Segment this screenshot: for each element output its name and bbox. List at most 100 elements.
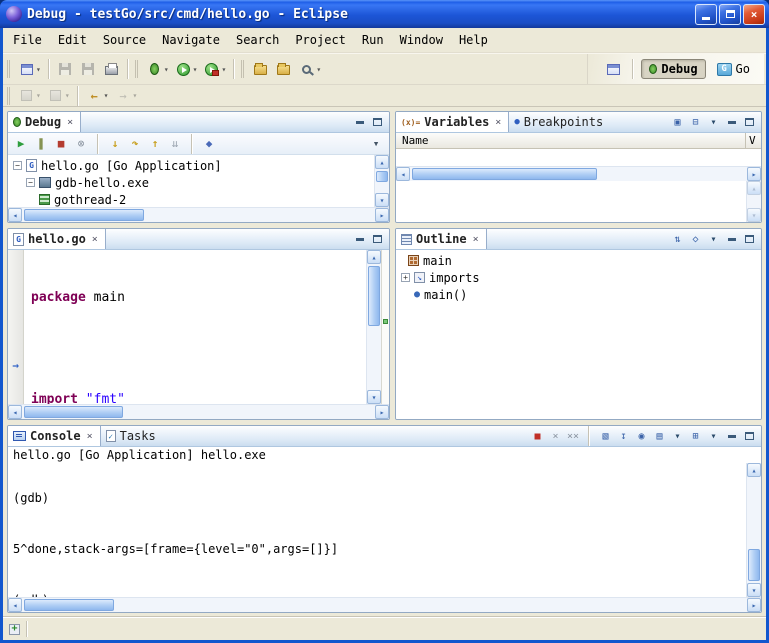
tab-debug[interactable]: Debug × (8, 112, 81, 132)
outline-item-main-func[interactable]: ● main() (396, 286, 761, 303)
remove-all-launches-button[interactable]: ×× (567, 430, 579, 443)
print-button[interactable] (100, 57, 123, 81)
scroll-up-icon[interactable]: ▴ (367, 250, 381, 264)
back-button[interactable]: ←▾ (83, 87, 112, 105)
dropdown-icon[interactable]: ▾ (132, 91, 137, 100)
perspective-debug-button[interactable]: Debug (641, 59, 705, 79)
scroll-right-icon[interactable]: ▸ (747, 598, 761, 612)
outline-tree[interactable]: main + ↘ imports ● main() (396, 250, 761, 419)
column-name-header[interactable]: Name (396, 133, 745, 148)
window-minimize-button[interactable] (695, 4, 717, 25)
menu-help[interactable]: Help (451, 30, 496, 50)
close-icon[interactable]: × (495, 117, 501, 128)
dropdown-icon[interactable]: ▾ (36, 65, 41, 74)
display-selected-console-button[interactable]: ▤ (653, 430, 666, 443)
terminate-button[interactable]: ■ (531, 430, 544, 443)
view-menu-chevron[interactable]: ▾ (368, 136, 384, 151)
scroll-up-icon[interactable]: ▴ (747, 463, 761, 477)
dropdown-icon[interactable]: ▾ (193, 65, 198, 74)
tree-row-process[interactable]: − gdb-hello.exe (8, 174, 374, 191)
dropdown-icon[interactable]: ▾ (707, 430, 720, 443)
scroll-up-icon[interactable]: ▴ (747, 181, 761, 195)
minimize-view-button[interactable] (353, 233, 366, 246)
suspend-button[interactable]: ∥ (33, 136, 49, 151)
close-icon[interactable]: × (87, 431, 93, 442)
scroll-thumb[interactable] (24, 406, 123, 418)
scroll-left-icon[interactable]: ◂ (396, 167, 410, 181)
instruction-pointer-icon[interactable]: → (12, 359, 19, 372)
scroll-right-icon[interactable]: ▸ (375, 208, 389, 222)
tab-console[interactable]: Console × (8, 426, 101, 446)
scroll-thumb[interactable] (412, 168, 597, 180)
scroll-lock-button[interactable]: ↧ (617, 430, 630, 443)
minimize-view-button[interactable] (725, 233, 738, 246)
open-perspective-button[interactable] (602, 57, 625, 81)
step-over-button[interactable]: ↷ (127, 136, 143, 151)
tab-hello-go[interactable]: G hello.go × (8, 229, 106, 249)
minimize-view-button[interactable] (725, 430, 738, 443)
terminate-button[interactable]: ■ (53, 136, 69, 151)
dropdown-icon[interactable]: ▾ (221, 65, 226, 74)
perspective-go-button[interactable]: G Go (709, 59, 758, 79)
tab-tasks[interactable]: ✓ Tasks (101, 426, 163, 446)
console-horizontal-scrollbar[interactable]: ◂ ▸ (8, 597, 761, 612)
editor-horizontal-scrollbar[interactable]: ◂ ▸ (8, 404, 389, 419)
tab-outline[interactable]: Outline × (396, 229, 487, 249)
open-console-button[interactable]: ⊞ (689, 430, 702, 443)
last-edit-location-button[interactable]: ▾ (15, 87, 44, 105)
scroll-down-icon[interactable]: ▾ (375, 193, 389, 207)
editor-vertical-scrollbar[interactable]: ▴ ▾ (366, 250, 381, 404)
debug-horizontal-scrollbar[interactable]: ◂ ▸ (8, 207, 389, 222)
next-annotation-button[interactable]: ▾ (44, 87, 73, 105)
clear-console-button[interactable]: ▧ (599, 430, 612, 443)
menu-project[interactable]: Project (287, 30, 354, 50)
menu-run[interactable]: Run (354, 30, 392, 50)
save-button[interactable] (54, 57, 77, 81)
sort-button[interactable]: ⇅ (671, 233, 684, 246)
scroll-down-icon[interactable]: ▾ (367, 390, 381, 404)
show-type-names-button[interactable]: ▣ (671, 116, 684, 129)
forward-button[interactable]: →▾ (111, 87, 140, 105)
menu-file[interactable]: File (5, 30, 50, 50)
open-resource-button[interactable] (272, 57, 295, 81)
view-menu-chevron[interactable]: ▾ (707, 233, 720, 246)
step-into-button[interactable]: ↓ (107, 136, 123, 151)
run-button[interactable]: ▾ (172, 57, 201, 81)
scroll-thumb[interactable] (24, 209, 144, 221)
save-all-button[interactable] (77, 57, 100, 81)
menu-search[interactable]: Search (228, 30, 287, 50)
dropdown-icon[interactable]: ▾ (104, 91, 109, 100)
scroll-left-icon[interactable]: ◂ (8, 208, 22, 222)
scroll-left-icon[interactable]: ◂ (8, 405, 22, 419)
close-icon[interactable]: × (473, 234, 479, 245)
console-output[interactable]: (gdb) 5^done,stack-args=[frame={level="0… (8, 463, 746, 597)
overview-ruler[interactable] (381, 250, 389, 404)
variables-table[interactable] (396, 149, 761, 166)
scroll-down-icon[interactable]: ▾ (747, 208, 761, 222)
variable-detail-text[interactable] (396, 181, 746, 222)
maximize-view-button[interactable] (743, 430, 756, 443)
view-menu-chevron[interactable]: ▾ (707, 116, 720, 129)
column-value-header[interactable]: V (745, 133, 761, 148)
maximize-view-button[interactable] (371, 233, 384, 246)
debug-vertical-scrollbar[interactable]: ▴ ▾ (374, 155, 389, 207)
open-folder-button[interactable] (249, 57, 272, 81)
collapse-expander-icon[interactable]: − (26, 178, 35, 187)
dropdown-icon[interactable]: ▾ (65, 91, 70, 100)
debug-button[interactable]: ▾ (143, 57, 172, 81)
scroll-thumb[interactable] (368, 266, 380, 326)
variables-horizontal-scrollbar[interactable]: ◂ ▸ (396, 166, 761, 181)
collapse-expander-icon[interactable]: − (13, 161, 22, 170)
outline-item-package[interactable]: main (396, 252, 761, 269)
menu-window[interactable]: Window (392, 30, 451, 50)
maximize-view-button[interactable] (371, 116, 384, 129)
fast-view-button[interactable]: + (9, 624, 20, 635)
expand-expander-icon[interactable]: + (401, 273, 410, 282)
minimize-view-button[interactable] (353, 116, 366, 129)
scroll-left-icon[interactable]: ◂ (8, 598, 22, 612)
resume-button[interactable]: ▶ (13, 136, 29, 151)
dropdown-icon[interactable]: ▾ (316, 65, 321, 74)
window-close-button[interactable]: × (743, 4, 765, 25)
console-vertical-scrollbar[interactable]: ▴ ▾ (746, 463, 761, 597)
tab-variables[interactable]: (x)= Variables × (396, 112, 509, 132)
